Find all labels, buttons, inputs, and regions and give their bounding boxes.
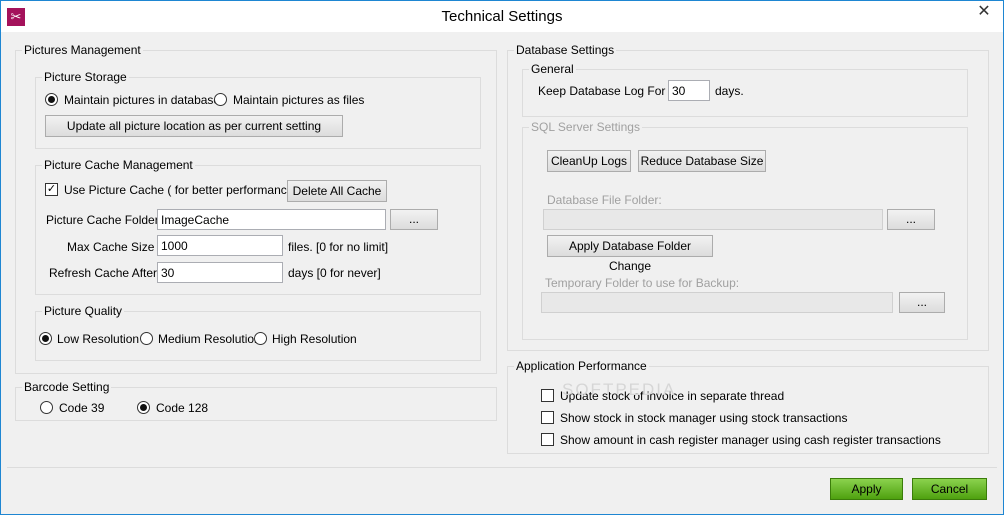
max-cache-size-input[interactable]: 1000 [157,235,283,256]
show-amount-label: Show amount in cash register manager usi… [560,433,941,447]
database-file-folder-browse-button[interactable]: ... [887,209,935,230]
pictures-management-group: Pictures Management Picture Storage Main… [15,43,497,374]
footer-divider [7,467,997,468]
barcode-setting-legend: Barcode Setting [22,380,112,394]
application-performance-legend: Application Performance [514,359,649,373]
picture-quality-legend: Picture Quality [42,304,125,318]
radio-high-resolution[interactable] [254,332,267,345]
radio-maintain-in-database[interactable] [45,93,58,106]
use-picture-cache-checkbox[interactable]: ✓ [45,183,58,196]
apply-database-folder-change-button[interactable]: Apply Database Folder Change [547,235,713,273]
radio-low-resolution[interactable] [39,332,52,345]
softpedia-watermark: SOFTPEDIA [562,380,677,399]
window-title: Technical Settings [441,8,563,25]
update-stock-checkbox[interactable] [541,389,554,402]
keep-log-suffix: days. [715,84,744,98]
keep-log-input[interactable]: 30 [668,80,710,101]
general-legend: General [529,62,576,76]
max-cache-size-suffix: files. [0 for no limit] [288,240,389,254]
radio-low-resolution-label: Low Resolution [57,332,140,346]
database-settings-legend: Database Settings [514,43,617,57]
show-stock-checkbox[interactable] [541,411,554,424]
radio-code-128-label: Code 128 [156,401,209,415]
radio-maintain-as-files[interactable] [214,93,227,106]
refresh-cache-input[interactable]: 30 [157,262,283,283]
radio-maintain-as-files-label: Maintain pictures as files [233,93,365,107]
sql-server-settings-group: SQL Server Settings CleanUp Logs Reduce … [522,120,968,340]
close-icon[interactable]: ✕ [969,1,999,23]
picture-cache-legend: Picture Cache Management [42,158,195,172]
sql-server-settings-legend: SQL Server Settings [529,120,642,134]
temp-backup-folder-browse-button[interactable]: ... [899,292,945,313]
cache-folder-label: Picture Cache Folder : [46,213,166,227]
cancel-button[interactable]: Cancel [912,478,987,500]
radio-medium-resolution-label: Medium Resolution [158,332,261,346]
radio-code-128[interactable] [137,401,150,414]
radio-medium-resolution[interactable] [140,332,153,345]
temp-backup-folder-label: Temporary Folder to use for Backup: [545,276,740,290]
picture-storage-group: Picture Storage Maintain pictures in dat… [35,70,481,149]
apply-button[interactable]: Apply [830,478,903,500]
radio-code-39-label: Code 39 [59,401,105,415]
dialog-body: Pictures Management Picture Storage Main… [7,32,997,510]
update-picture-location-button[interactable]: Update all picture location as per curre… [45,115,343,137]
picture-quality-group: Picture Quality Low Resolution Medium Re… [35,304,481,361]
cleanup-logs-button[interactable]: CleanUp Logs [547,150,631,172]
pictures-management-legend: Pictures Management [22,43,143,57]
delete-all-cache-button[interactable]: Delete All Cache [287,180,387,202]
database-settings-group: Database Settings General Keep Database … [507,43,989,351]
refresh-cache-label: Refresh Cache After : [49,266,164,280]
keep-log-label: Keep Database Log For : [538,84,673,98]
radio-maintain-in-database-label: Maintain pictures in database [64,93,221,107]
barcode-setting-group: Barcode Setting Code 39 Code 128 [15,380,497,421]
picture-storage-legend: Picture Storage [42,70,129,84]
radio-high-resolution-label: High Resolution [272,332,357,346]
general-group: General Keep Database Log For : 30 days. [522,62,968,117]
title-bar: ✂ Technical Settings ✕ [1,1,1003,32]
show-amount-checkbox[interactable] [541,433,554,446]
refresh-cache-suffix: days [0 for never] [288,266,381,280]
database-file-folder-input[interactable] [543,209,883,230]
temp-backup-folder-input[interactable] [541,292,893,313]
cache-folder-input[interactable]: ImageCache [157,209,386,230]
picture-cache-group: Picture Cache Management ✓ Use Picture C… [35,158,481,295]
cache-folder-browse-button[interactable]: ... [390,209,438,230]
radio-code-39[interactable] [40,401,53,414]
max-cache-size-label: Max Cache Size : [67,240,162,254]
use-picture-cache-label: Use Picture Cache ( for better performan… [64,183,301,197]
database-file-folder-label: Database File Folder: [547,193,662,207]
reduce-database-size-button[interactable]: Reduce Database Size [638,150,766,172]
show-stock-label: Show stock in stock manager using stock … [560,411,848,425]
technical-settings-window: ✂ Technical Settings ✕ Pictures Manageme… [0,0,1004,515]
